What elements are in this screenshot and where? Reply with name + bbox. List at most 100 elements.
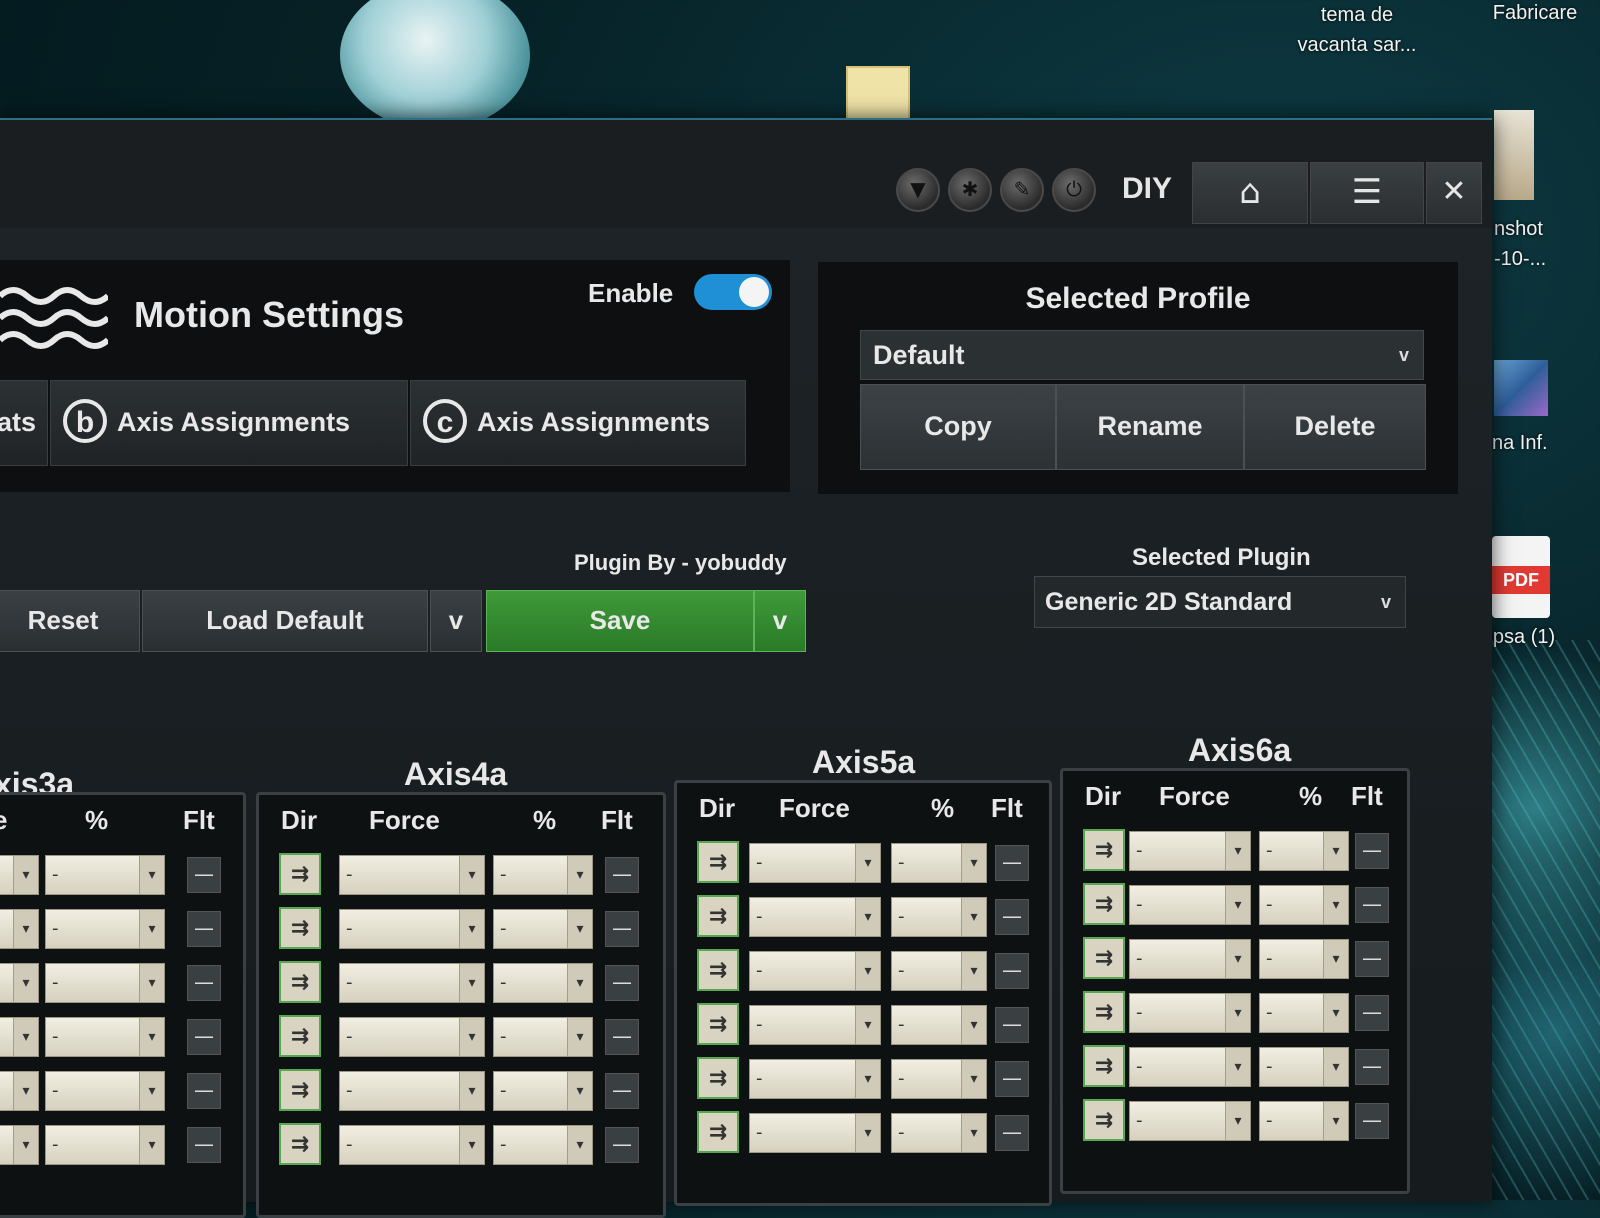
tab-axis-assignments-b[interactable]: b Axis Assignments (50, 380, 408, 466)
direction-button[interactable]: ⇉ (279, 907, 321, 949)
desktop-icon-label[interactable]: nshot -10-... (1494, 214, 1594, 274)
gear-icon[interactable]: ✱ (948, 168, 992, 212)
filter-button[interactable]: — (605, 1127, 639, 1163)
tab-axis-assignments-c[interactable]: c Axis Assignments (410, 380, 746, 466)
filter-button[interactable]: — (995, 953, 1029, 989)
direction-button[interactable]: ⇉ (279, 961, 321, 1003)
percent-select[interactable]: - ▾ (1259, 831, 1349, 871)
filter-button[interactable]: — (1355, 1103, 1389, 1139)
force-select[interactable]: -▾ (749, 897, 881, 937)
percent-select[interactable]: - ▾ (1259, 1047, 1349, 1087)
direction-button[interactable]: ⇉ (1083, 1099, 1125, 1141)
force-select[interactable]: -▾ (339, 1071, 485, 1111)
direction-button[interactable]: ⇉ (1083, 883, 1125, 925)
filter-button[interactable]: — (605, 857, 639, 893)
percent-select[interactable]: - ▾ (1259, 1101, 1349, 1141)
percent-select[interactable]: - ▾ (493, 1017, 593, 1057)
force-select[interactable]: -▾ (749, 1059, 881, 1099)
direction-button[interactable]: ⇉ (1083, 829, 1125, 871)
direction-button[interactable]: ⇉ (697, 1057, 739, 1099)
edit-icon[interactable]: ✎ (1000, 168, 1044, 212)
pdf-file-icon[interactable]: PDF (1492, 536, 1550, 618)
force-select[interactable]: -▾ (1129, 993, 1251, 1033)
diy-mode-label[interactable]: DIY (1122, 172, 1172, 206)
percent-select[interactable]: - ▾ (891, 897, 987, 937)
force-select[interactable]: -▾ (1129, 885, 1251, 925)
percent-select[interactable]: - ▾ (45, 1017, 165, 1057)
enable-toggle[interactable] (694, 274, 772, 310)
copy-button[interactable]: Copy (860, 384, 1056, 470)
force-select[interactable]: -▾ (0, 963, 39, 1003)
filter-button[interactable]: — (995, 1115, 1029, 1151)
filter-button[interactable]: — (605, 911, 639, 947)
save-dropdown-button[interactable]: v (754, 590, 806, 652)
filter-button[interactable]: — (995, 845, 1029, 881)
force-select[interactable]: -▾ (749, 1005, 881, 1045)
direction-button[interactable]: ⇉ (1083, 991, 1125, 1033)
profile-dropdown[interactable]: Default v (860, 330, 1424, 380)
desktop-icon-label[interactable]: lipsa (1) (1484, 622, 1600, 652)
force-select[interactable]: -▾ (0, 909, 39, 949)
force-select[interactable]: -▾ (1129, 939, 1251, 979)
force-select[interactable]: -▾ (339, 1017, 485, 1057)
percent-select[interactable]: - ▾ (493, 963, 593, 1003)
direction-button[interactable]: ⇉ (279, 1069, 321, 1111)
force-select[interactable]: -▾ (0, 1071, 39, 1111)
load-default-dropdown-button[interactable]: v (430, 590, 482, 652)
filter-button[interactable]: — (1355, 941, 1389, 977)
force-select[interactable]: -▾ (749, 951, 881, 991)
force-select[interactable]: -▾ (0, 855, 39, 895)
direction-button[interactable]: ⇉ (697, 1111, 739, 1153)
save-button[interactable]: Save (486, 590, 754, 652)
filter-button[interactable]: — (187, 857, 221, 893)
delete-button[interactable]: Delete (1244, 384, 1426, 470)
load-default-button[interactable]: Load Default (142, 590, 428, 652)
force-select[interactable]: -▾ (339, 963, 485, 1003)
reset-button[interactable]: Reset (0, 590, 140, 652)
percent-select[interactable]: - ▾ (45, 855, 165, 895)
direction-button[interactable]: ⇉ (697, 1003, 739, 1045)
force-select[interactable]: -▾ (1129, 831, 1251, 871)
percent-select[interactable]: - ▾ (1259, 885, 1349, 925)
force-select[interactable]: -▾ (1129, 1101, 1251, 1141)
direction-button[interactable]: ⇉ (697, 895, 739, 937)
percent-select[interactable]: - ▾ (493, 855, 593, 895)
desktop-image-icon[interactable] (1494, 360, 1548, 416)
percent-select[interactable]: - ▾ (1259, 939, 1349, 979)
percent-select[interactable]: - ▾ (45, 1071, 165, 1111)
menu-button[interactable]: ☰ (1310, 162, 1424, 224)
filter-button[interactable]: — (605, 1019, 639, 1055)
force-select[interactable]: -▾ (0, 1125, 39, 1165)
force-select[interactable]: -▾ (1129, 1047, 1251, 1087)
force-select[interactable]: -▾ (339, 1125, 485, 1165)
percent-select[interactable]: - ▾ (891, 1113, 987, 1153)
tab-axis-assignments-a[interactable]: ats (0, 380, 48, 466)
force-select[interactable]: -▾ (749, 843, 881, 883)
filter-button[interactable]: — (187, 1127, 221, 1163)
force-select[interactable]: -▾ (749, 1113, 881, 1153)
desktop-image-icon[interactable] (1494, 110, 1534, 200)
power-icon[interactable]: ⏻ (1052, 168, 1096, 212)
percent-select[interactable]: - ▾ (45, 963, 165, 1003)
percent-select[interactable]: - ▾ (891, 951, 987, 991)
direction-button[interactable]: ⇉ (697, 949, 739, 991)
force-select[interactable]: -▾ (0, 1017, 39, 1057)
filter-button[interactable]: — (187, 1073, 221, 1109)
filter-button[interactable]: — (187, 911, 221, 947)
home-button[interactable]: ⌂ (1192, 162, 1308, 224)
percent-select[interactable]: - ▾ (493, 909, 593, 949)
direction-button[interactable]: ⇉ (1083, 937, 1125, 979)
filter-button[interactable]: — (605, 965, 639, 1001)
desktop-icon-label[interactable]: na Inf. (1492, 428, 1592, 458)
percent-select[interactable]: - ▾ (891, 843, 987, 883)
percent-select[interactable]: - ▾ (45, 1125, 165, 1165)
percent-select[interactable]: - ▾ (45, 909, 165, 949)
percent-select[interactable]: - ▾ (493, 1125, 593, 1165)
filter-button[interactable]: — (1355, 887, 1389, 923)
percent-select[interactable]: - ▾ (891, 1059, 987, 1099)
direction-button[interactable]: ⇉ (697, 841, 739, 883)
desktop-icon-label[interactable]: Fabricare (1470, 0, 1600, 28)
direction-button[interactable]: ⇉ (279, 1015, 321, 1057)
filter-button[interactable]: — (1355, 995, 1389, 1031)
percent-select[interactable]: - ▾ (1259, 993, 1349, 1033)
